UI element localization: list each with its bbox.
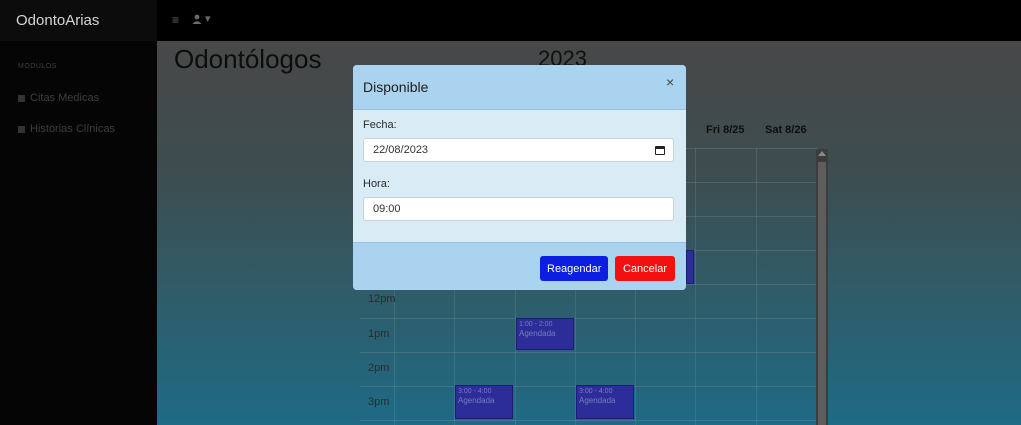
user-menu[interactable]: ▾	[192, 12, 211, 25]
day-header-fri[interactable]: Fri 8/25	[706, 124, 745, 136]
event-time: 1:00 - 2:00	[519, 321, 553, 328]
modal-body: Fecha: 22/08/2023 Hora: 09:00	[353, 110, 686, 242]
fecha-date-input[interactable]: 22/08/2023	[363, 138, 674, 162]
close-icon[interactable]: ×	[666, 74, 674, 90]
square-icon	[18, 94, 25, 102]
event-label: Agendada	[579, 396, 616, 405]
scroll-up-icon[interactable]	[818, 151, 826, 156]
cancelar-button[interactable]: Cancelar	[615, 256, 675, 281]
time-label: 1pm	[368, 328, 390, 340]
top-navbar: OdontoArias ≡ ▾	[0, 0, 1021, 41]
event-time: 3:00 - 4:00	[458, 388, 492, 395]
fecha-value: 22/08/2023	[373, 144, 429, 156]
calendar-icon[interactable]	[655, 146, 665, 155]
calendar-event[interactable]	[686, 250, 694, 284]
time-label: 12pm	[368, 293, 396, 305]
scrollbar-thumb[interactable]	[818, 162, 826, 425]
page-title: Odontólogos	[174, 44, 322, 74]
time-label: 2pm	[368, 362, 390, 374]
hora-label: Hora:	[363, 178, 390, 190]
calendar-event[interactable]: 3:00 - 4:00 Agendada	[455, 385, 513, 419]
event-time: 3:00 - 4:00	[579, 388, 613, 395]
modal-title: Disponible	[363, 79, 429, 95]
hora-time-input[interactable]: 09:00	[363, 197, 674, 221]
sidebar-item-label: Citas Medicas	[30, 92, 100, 104]
user-icon	[192, 14, 202, 24]
sidebar-item-citas-medicas[interactable]: Citas Medicas	[18, 92, 99, 104]
hora-value: 09:00	[373, 203, 401, 215]
sidebar-item-label: Historias Clínicas	[30, 123, 115, 135]
hamburger-icon[interactable]: ≡	[172, 13, 179, 27]
modal-header: Disponible ×	[353, 65, 686, 110]
sidebar-heading: MODULOS	[18, 63, 57, 70]
square-icon	[18, 125, 25, 133]
reschedule-modal: Disponible × Fecha: 22/08/2023 Hora: 09:…	[353, 65, 686, 290]
sidebar-item-historias-clinicas[interactable]: Historias Clínicas	[18, 123, 115, 135]
sidebar: MODULOS Citas Medicas Historias Clínicas	[0, 41, 157, 425]
modal-footer: Reagendar Cancelar	[353, 242, 686, 290]
fecha-label: Fecha:	[363, 119, 397, 131]
event-label: Agendada	[458, 396, 495, 405]
time-label: 3pm	[368, 396, 390, 408]
reagendar-button[interactable]: Reagendar	[540, 256, 608, 281]
calendar-event[interactable]: 1:00 - 2:00 Agendada	[516, 318, 574, 350]
calendar-event[interactable]: 3:00 - 4:00 Agendada	[576, 385, 634, 419]
day-header-sat[interactable]: Sat 8/26	[765, 124, 807, 136]
chevron-down-icon: ▾	[205, 13, 211, 25]
event-label: Agendada	[519, 329, 556, 338]
brand-logo[interactable]: OdontoArias	[0, 0, 157, 41]
